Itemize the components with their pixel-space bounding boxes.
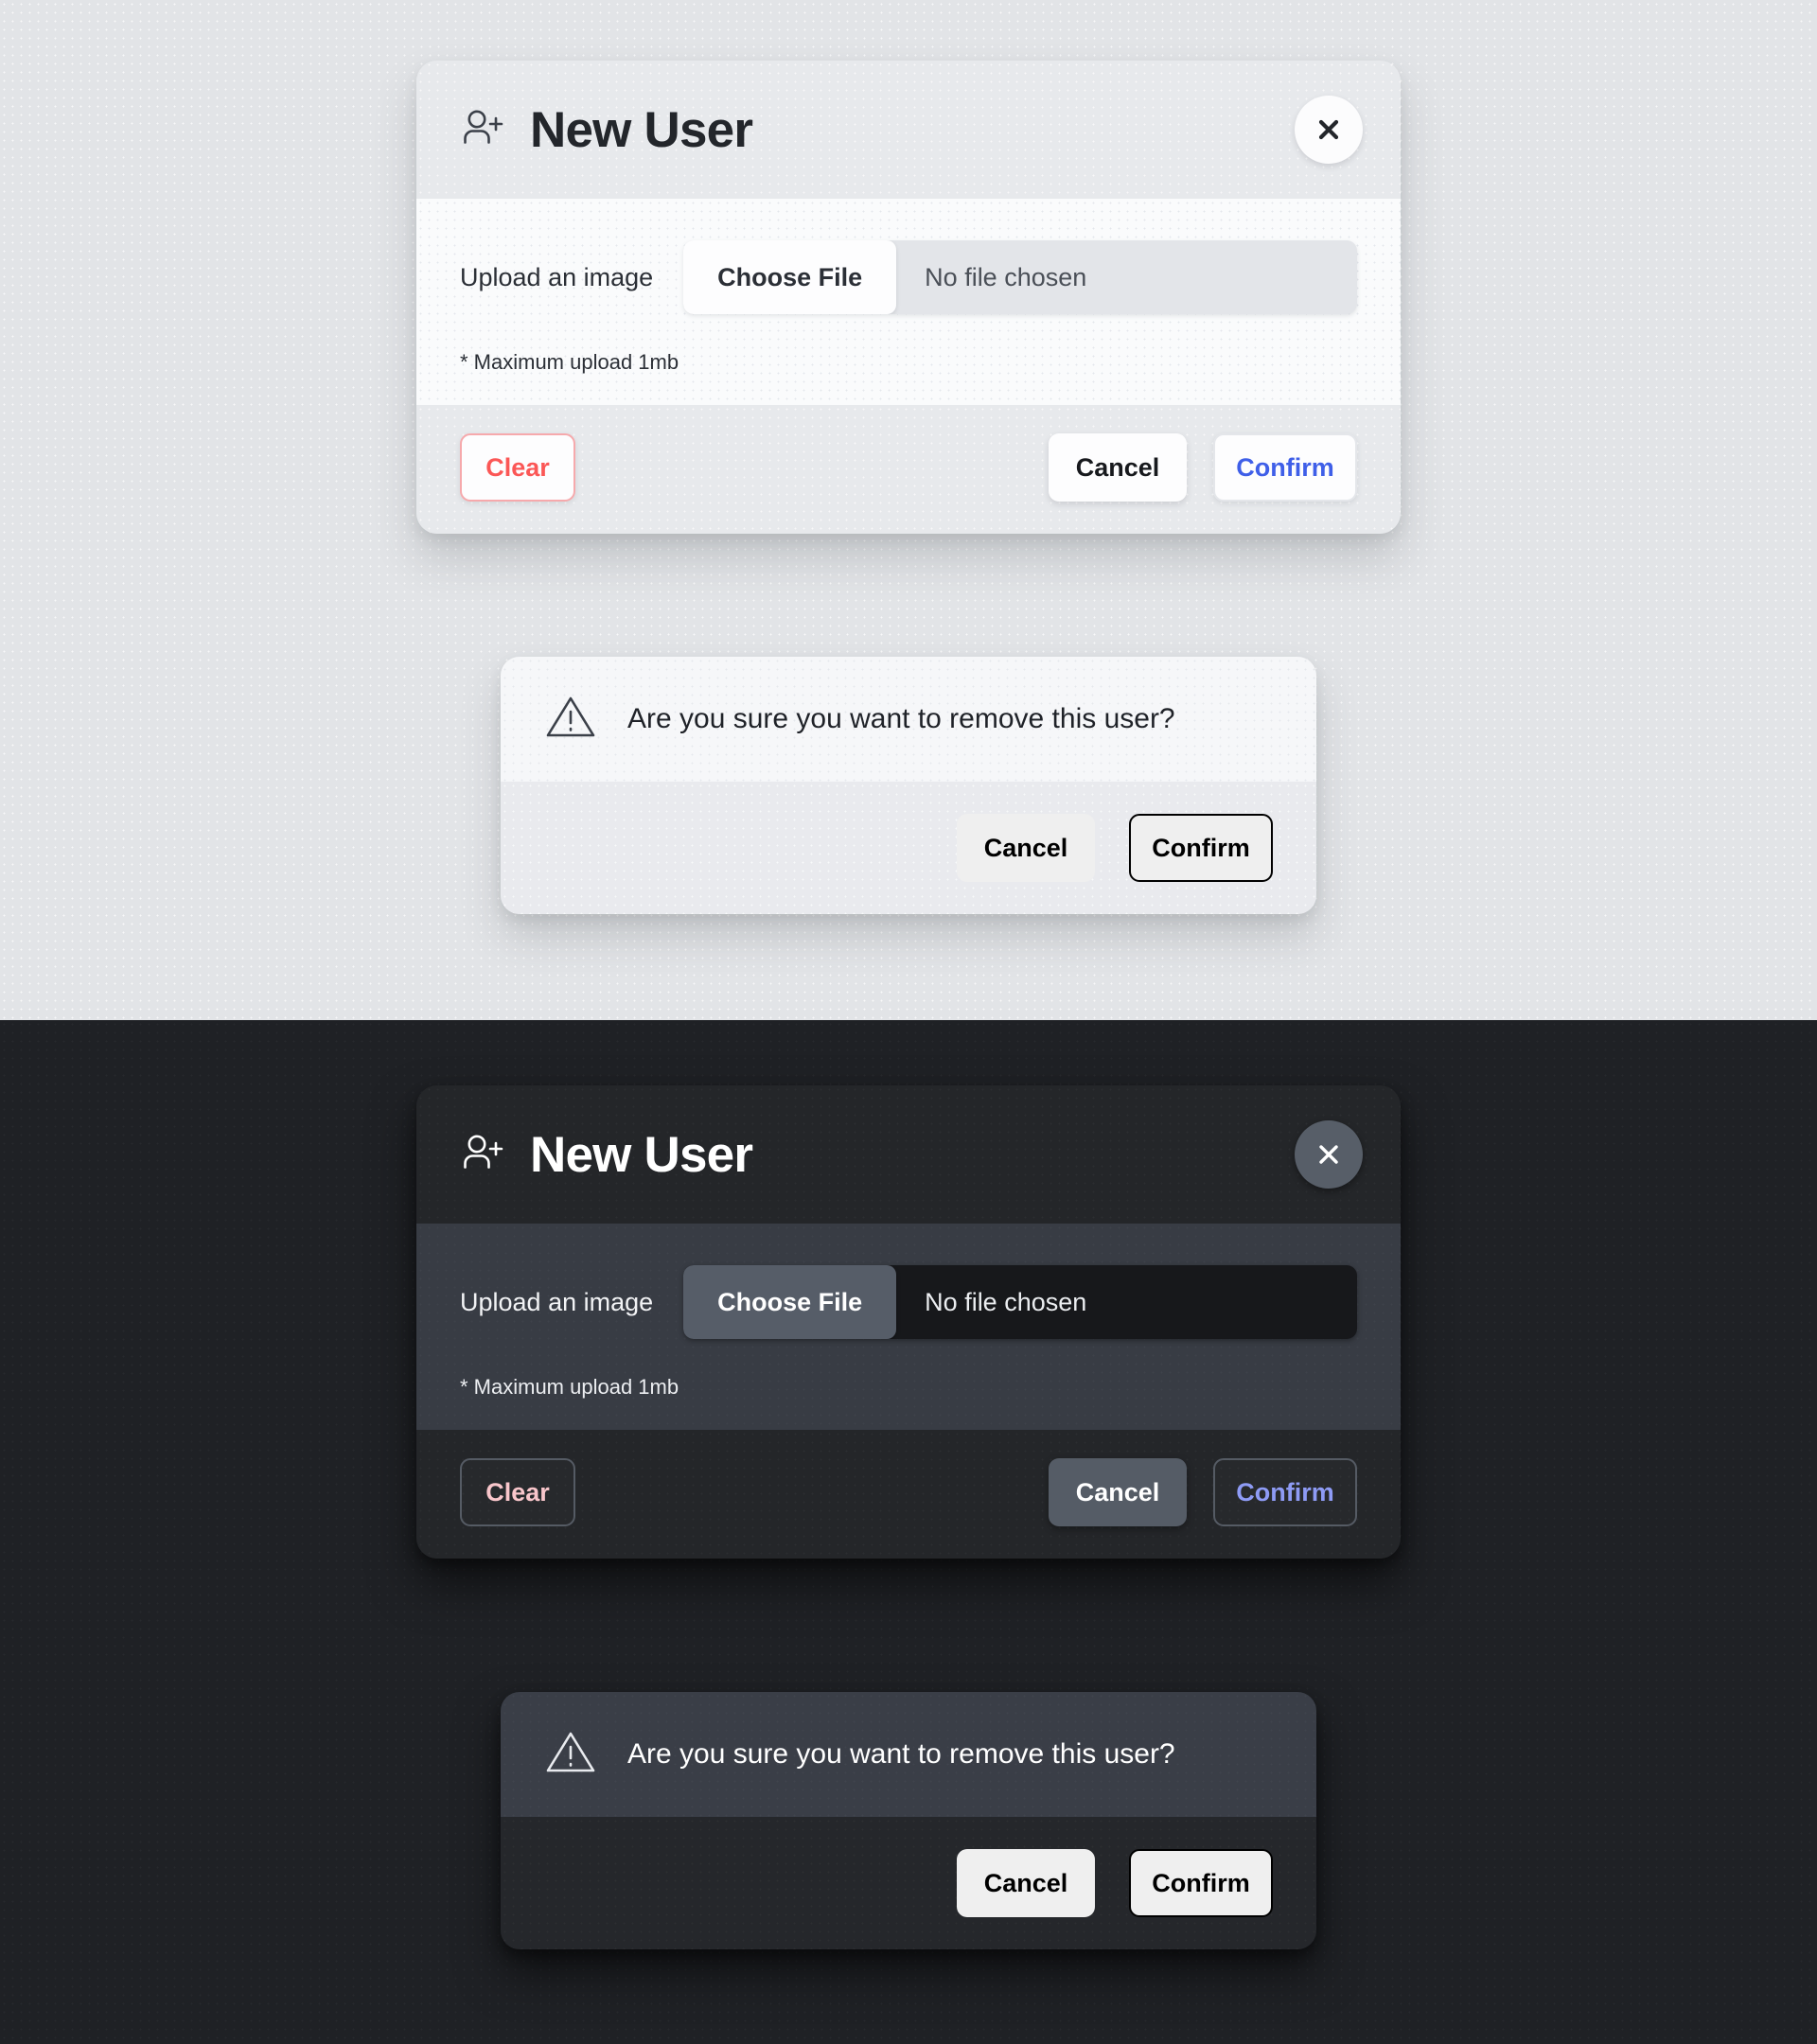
- dialog-footer: Cancel Confirm: [501, 782, 1316, 914]
- page-root: New User Upload an image Choose File No …: [0, 0, 1817, 2044]
- dialog-cancel-button[interactable]: Cancel: [957, 1849, 1095, 1917]
- upload-row: Upload an image Choose File No file chos…: [460, 240, 1357, 314]
- modal-footer-dark: Clear Cancel Confirm: [416, 1430, 1401, 1559]
- dark-theme-panel: New User Upload an image Choose File No …: [0, 1020, 1817, 2044]
- dialog-message: Are you sure you want to remove this use…: [627, 1738, 1175, 1770]
- close-icon[interactable]: [1295, 96, 1363, 164]
- choose-file-button[interactable]: Choose File: [683, 240, 897, 314]
- upload-label: Upload an image: [460, 1287, 654, 1316]
- warning-triangle-icon: [544, 1726, 597, 1784]
- cancel-button[interactable]: Cancel: [1049, 1458, 1187, 1526]
- cancel-button[interactable]: Cancel: [1049, 433, 1187, 502]
- dialog-confirm-button[interactable]: Confirm: [1129, 1849, 1273, 1917]
- dialog-message-row: Are you sure you want to remove this use…: [501, 657, 1316, 782]
- dialog-message: Are you sure you want to remove this use…: [627, 703, 1175, 734]
- modal-body-dark: Upload an image Choose File No file chos…: [416, 1224, 1401, 1430]
- new-user-modal-dark: New User Upload an image Choose File No …: [416, 1085, 1401, 1559]
- light-theme-panel: New User Upload an image Choose File No …: [0, 0, 1817, 1020]
- close-icon[interactable]: [1295, 1120, 1363, 1189]
- choose-file-button[interactable]: Choose File: [683, 1265, 897, 1339]
- warning-triangle-icon: [544, 691, 597, 749]
- modal-header: New User: [416, 61, 1401, 199]
- upload-hint: * Maximum upload 1mb: [460, 1375, 679, 1399]
- upload-row-dark: Upload an image Choose File No file chos…: [460, 1265, 1357, 1339]
- modal-header-dark: New User: [416, 1085, 1401, 1224]
- confirm-button[interactable]: Confirm: [1213, 433, 1357, 502]
- clear-button[interactable]: Clear: [460, 433, 575, 502]
- upload-hint: * Maximum upload 1mb: [460, 350, 679, 374]
- file-input-control[interactable]: Choose File No file chosen: [683, 240, 1357, 314]
- new-user-modal-light: New User Upload an image Choose File No …: [416, 61, 1401, 534]
- file-name-display: No file chosen: [925, 262, 1087, 291]
- page-title-dark: New User: [530, 1126, 753, 1183]
- page-title: New User: [530, 101, 753, 158]
- modal-body: Upload an image Choose File No file chos…: [416, 199, 1401, 405]
- confirm-button[interactable]: Confirm: [1213, 1458, 1357, 1526]
- user-plus-icon: [460, 104, 507, 156]
- dialog-cancel-button[interactable]: Cancel: [957, 814, 1095, 882]
- dialog-message-row-dark: Are you sure you want to remove this use…: [501, 1692, 1316, 1817]
- dialog-confirm-button[interactable]: Confirm: [1129, 814, 1273, 882]
- remove-user-dialog-dark: Are you sure you want to remove this use…: [501, 1692, 1316, 1949]
- remove-user-dialog-light: Are you sure you want to remove this use…: [501, 657, 1316, 914]
- dialog-footer-dark: Cancel Confirm: [501, 1817, 1316, 1949]
- file-name-display: No file chosen: [925, 1287, 1087, 1316]
- clear-button[interactable]: Clear: [460, 1458, 575, 1526]
- user-plus-icon: [460, 1129, 507, 1181]
- modal-footer: Clear Cancel Confirm: [416, 405, 1401, 534]
- file-input-control[interactable]: Choose File No file chosen: [683, 1265, 1357, 1339]
- upload-label: Upload an image: [460, 262, 654, 291]
